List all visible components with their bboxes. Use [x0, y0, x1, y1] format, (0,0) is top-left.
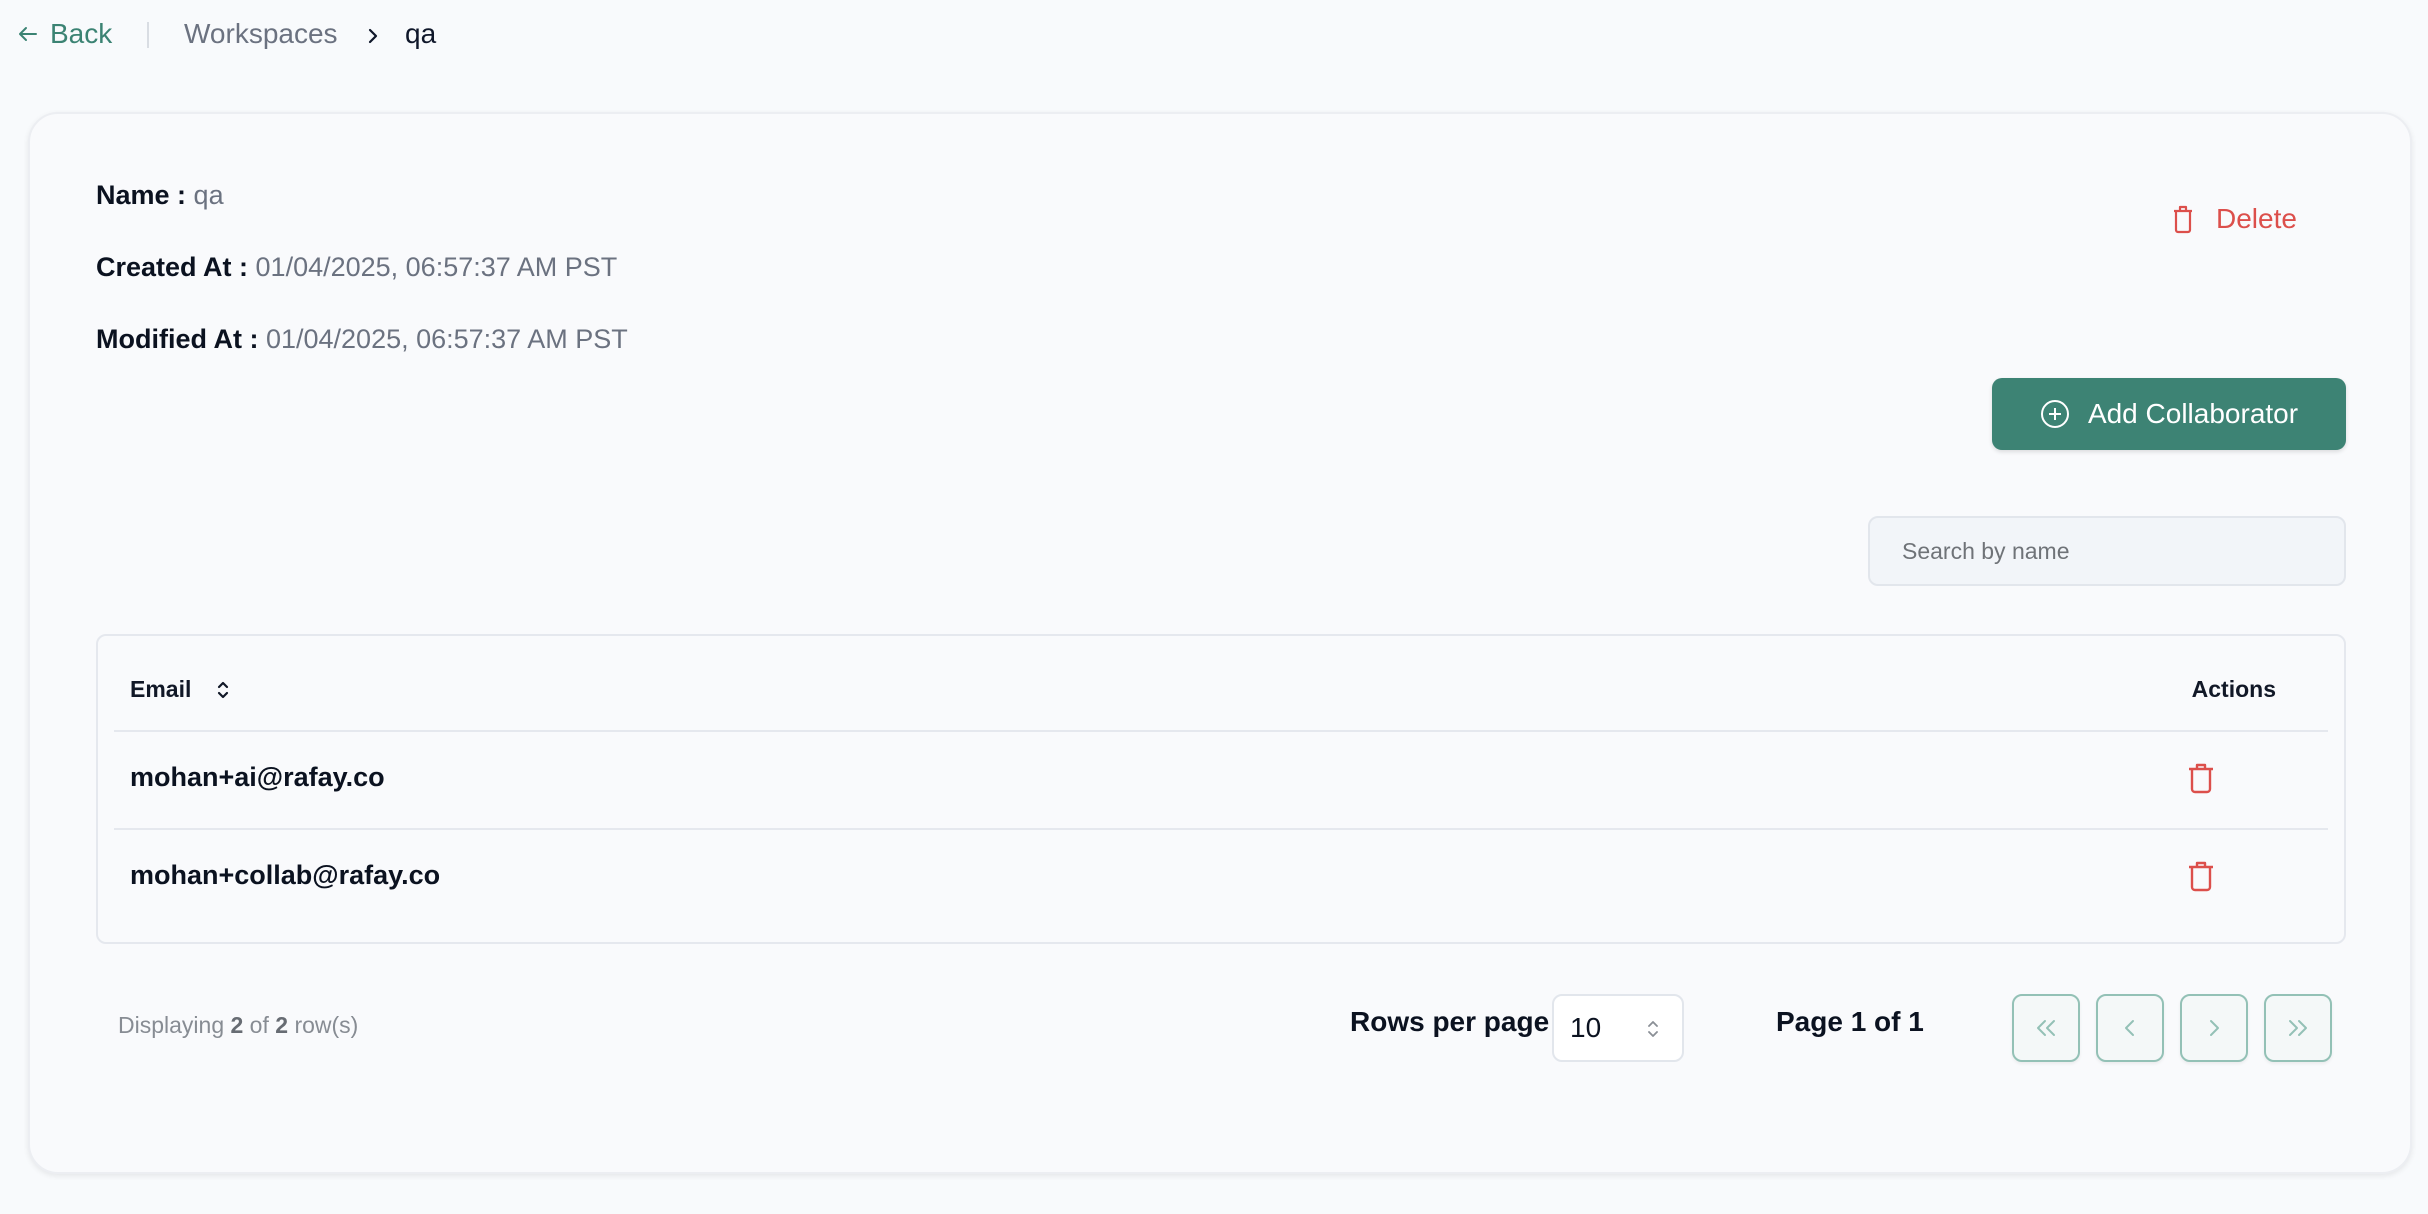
- back-label: Back: [50, 18, 113, 49]
- chevron-up-down-icon: [1648, 1021, 1658, 1037]
- add-collaborator-button[interactable]: Add Collaborator: [1992, 378, 2346, 450]
- created-at-row: Created At : 01/04/2025, 06:57:37 AM PST: [96, 252, 617, 283]
- table-row: mohan+collab@rafay.co: [114, 830, 2328, 928]
- total-count: 2: [275, 1012, 289, 1038]
- row-count-summary: Displaying 2 of 2 row(s): [118, 1012, 358, 1039]
- delete-label: Delete: [2216, 203, 2297, 234]
- rows-per-page-label: Rows per page: [1350, 1006, 1550, 1037]
- chevron-right-icon: [2210, 1020, 2219, 1036]
- chevrons-left-icon: [2037, 1020, 2055, 1036]
- collaborators-table: Email Actions mohan+ai@rafay.co mohan+co…: [96, 634, 2346, 944]
- email-header-label: Email: [130, 676, 192, 702]
- modified-at-row: Modified At : 01/04/2025, 06:57:37 AM PS…: [96, 324, 628, 355]
- created-at-label: Created At :: [96, 252, 256, 282]
- name-label: Name :: [96, 180, 194, 210]
- column-header-actions: Actions: [2191, 676, 2276, 702]
- rows-per-page-value: 10: [1570, 1012, 1602, 1043]
- trash-icon: [2174, 205, 2192, 234]
- add-collaborator-label: Add Collaborator: [2087, 398, 2299, 429]
- breadcrumb-divider: [147, 22, 149, 48]
- sort-icon: [218, 681, 229, 698]
- row-email: mohan+ai@rafay.co: [130, 762, 385, 792]
- name-row: Name : qa: [96, 180, 224, 211]
- chevrons-right-icon: [2289, 1020, 2307, 1036]
- breadcrumb-workspaces[interactable]: Workspaces: [184, 18, 338, 50]
- delete-workspace-button[interactable]: Delete: [2172, 196, 2297, 242]
- trash-icon[interactable]: [2187, 762, 2215, 794]
- name-value: qa: [193, 180, 224, 210]
- of-text: of: [243, 1012, 276, 1038]
- plus-circle-icon: [2040, 400, 2069, 428]
- arrow-left-icon: [19, 27, 37, 41]
- displaying-prefix: Displaying: [118, 1012, 231, 1038]
- table-header: Email Actions: [114, 636, 2328, 732]
- column-header-email[interactable]: Email: [130, 676, 231, 703]
- trash-icon[interactable]: [2187, 860, 2215, 892]
- back-button[interactable]: Back: [16, 18, 112, 50]
- page-info: Page 1 of 1: [1776, 1006, 1924, 1037]
- modified-at-label: Modified At :: [96, 324, 266, 354]
- top-bar: Back Workspaces qa: [0, 0, 2428, 72]
- chevron-left-icon: [2125, 1020, 2134, 1036]
- workspace-detail-card: Name : qa Created At : 01/04/2025, 06:57…: [28, 112, 2412, 1174]
- row-email: mohan+collab@rafay.co: [130, 860, 441, 890]
- next-page-button[interactable]: [2180, 994, 2248, 1062]
- shown-count: 2: [230, 1012, 244, 1038]
- table-row: mohan+ai@rafay.co: [114, 732, 2328, 830]
- search-input[interactable]: [1868, 516, 2346, 586]
- first-page-button[interactable]: [2012, 994, 2080, 1062]
- rows-per-page-select[interactable]: 10: [1552, 994, 1684, 1062]
- rows-suffix: row(s): [288, 1012, 359, 1038]
- modified-at-value: 01/04/2025, 06:57:37 AM PST: [265, 324, 628, 354]
- created-at-value: 01/04/2025, 06:57:37 AM PST: [255, 252, 618, 282]
- breadcrumb-current: qa: [405, 18, 437, 49]
- last-page-button[interactable]: [2264, 994, 2332, 1062]
- chevron-right-icon: [368, 28, 378, 44]
- previous-page-button[interactable]: [2096, 994, 2164, 1062]
